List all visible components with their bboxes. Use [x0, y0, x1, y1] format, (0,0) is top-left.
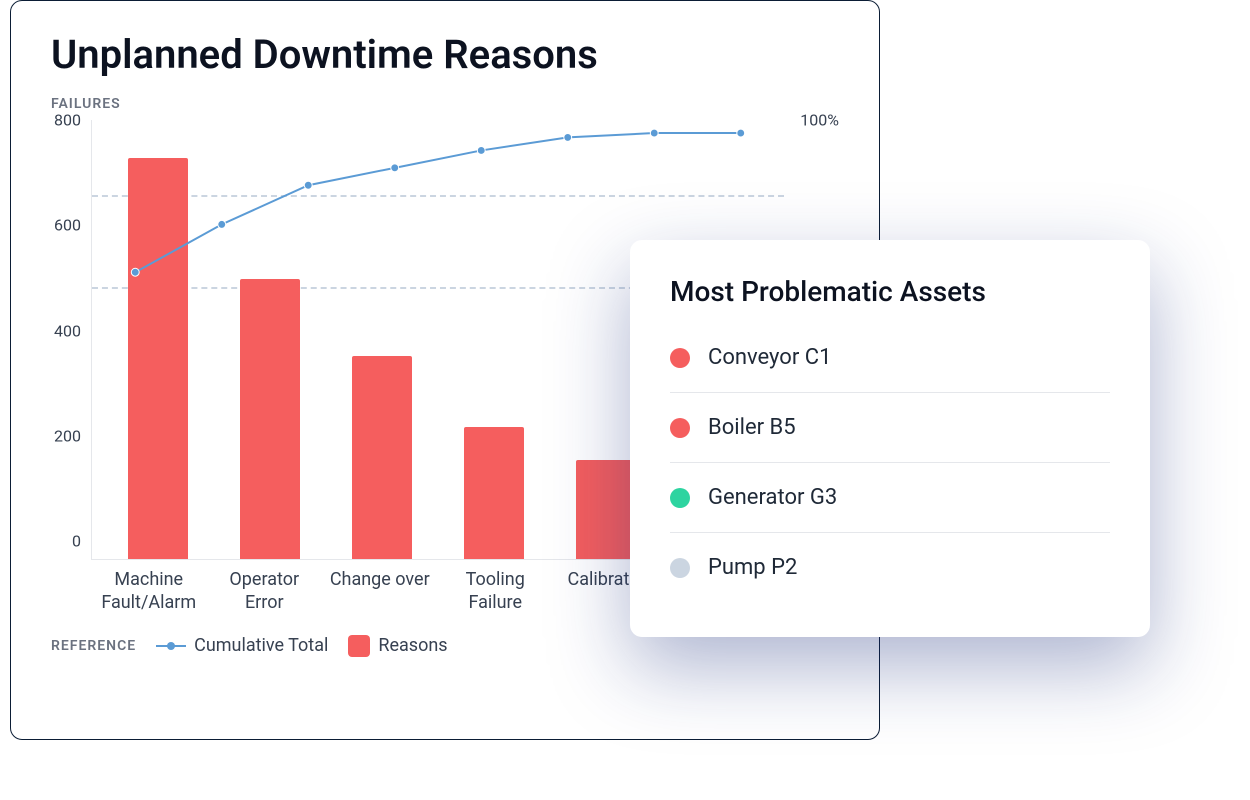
- legend-reference-label: REFERENCE: [51, 638, 136, 654]
- y-tick: 400: [51, 321, 81, 340]
- asset-name: Generator G3: [708, 485, 837, 510]
- chart-y-axis-label: FAILURES: [51, 96, 839, 112]
- legend-item-bar: Reasons: [348, 635, 447, 657]
- x-tick: Machine Fault/Alarm: [99, 568, 199, 615]
- status-dot-icon: [670, 348, 690, 368]
- asset-name: Boiler B5: [708, 415, 796, 440]
- y-tick: 600: [51, 216, 81, 235]
- assets-list: Conveyor C1 Boiler B5 Generator G3 Pump P2: [670, 323, 1110, 602]
- status-dot-icon: [670, 418, 690, 438]
- asset-name: Conveyor C1: [708, 345, 831, 370]
- y-tick: 0: [51, 532, 81, 551]
- assets-title: Most Problematic Assets: [670, 275, 1110, 308]
- chart-bar: [576, 460, 636, 559]
- chart-bar: [240, 279, 300, 559]
- chart-right-axis-label: 100%: [800, 111, 839, 130]
- legend-item-line: Cumulative Total: [156, 635, 328, 656]
- legend-line-label: Cumulative Total: [194, 635, 328, 656]
- assets-card: Most Problematic Assets Conveyor C1 Boile…: [630, 240, 1150, 637]
- x-tick: Tooling Failure: [445, 568, 545, 615]
- x-tick: Change over: [330, 568, 430, 615]
- asset-row[interactable]: Boiler B5: [670, 393, 1110, 463]
- asset-row[interactable]: Generator G3: [670, 463, 1110, 533]
- chart-bar: [128, 158, 188, 559]
- status-dot-icon: [670, 488, 690, 508]
- y-tick: 800: [51, 111, 81, 130]
- chart-title: Unplanned Downtime Reasons: [51, 31, 839, 78]
- x-tick: Operator Error: [214, 568, 314, 615]
- chart-bar: [464, 427, 524, 559]
- status-dot-icon: [670, 558, 690, 578]
- asset-row[interactable]: Pump P2: [670, 533, 1110, 602]
- legend-bar-label: Reasons: [378, 635, 447, 656]
- chart-y-axis: 800 600 400 200 0: [51, 120, 91, 560]
- chart-legend: REFERENCE Cumulative Total Reasons: [51, 635, 839, 657]
- chart-bar: [352, 356, 412, 559]
- line-swatch-icon: [156, 645, 186, 647]
- asset-name: Pump P2: [708, 555, 797, 580]
- y-tick: 200: [51, 426, 81, 445]
- asset-row[interactable]: Conveyor C1: [670, 323, 1110, 393]
- bar-swatch-icon: [348, 635, 370, 657]
